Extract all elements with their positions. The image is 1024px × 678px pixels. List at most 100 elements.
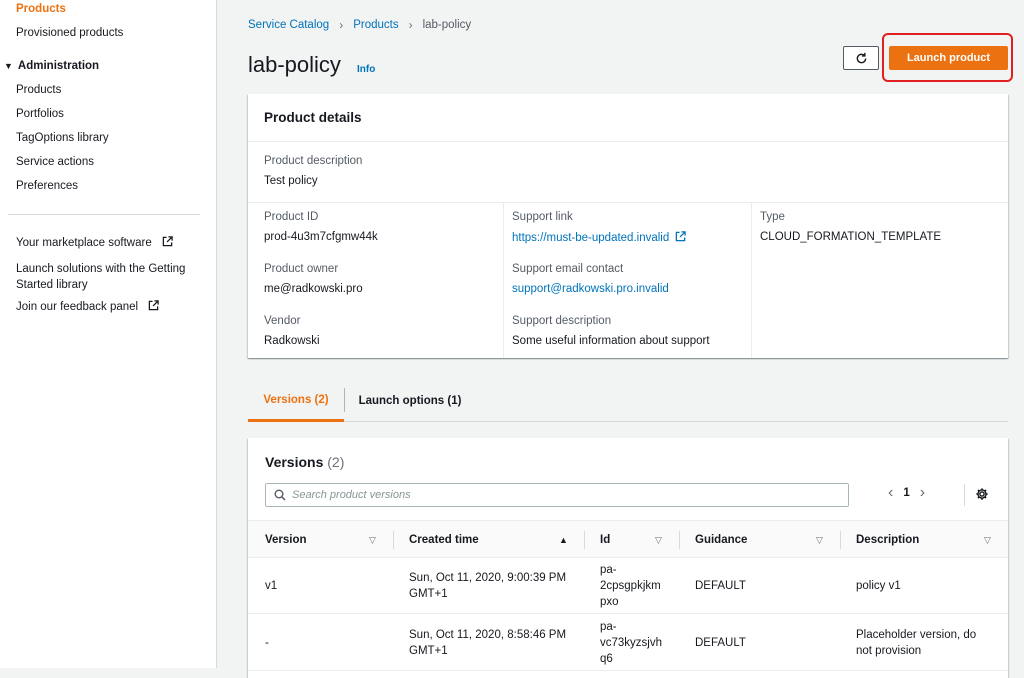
column-version[interactable]: Version ▽ xyxy=(265,521,385,559)
sidebar-divider xyxy=(8,214,200,215)
sort-icon: ▽ xyxy=(816,534,823,545)
preferences-button[interactable] xyxy=(975,487,989,504)
cell-id: pa- 2cpsgpkjkm pxo xyxy=(600,562,661,610)
cell-line: q6 xyxy=(600,653,613,665)
sort-icon: ▽ xyxy=(984,534,991,545)
page-title: lab-policy xyxy=(248,52,341,77)
cell-line: pa- xyxy=(600,621,617,633)
column-description[interactable]: Description ▽ xyxy=(856,521,996,559)
chevron-right-icon: › xyxy=(408,18,413,32)
description-label: Product description xyxy=(264,155,363,167)
external-link-icon xyxy=(162,236,173,247)
support-link[interactable]: https://must-be-updated.invalid xyxy=(512,231,687,244)
vendor-value: Radkowski xyxy=(264,335,320,347)
support-email-link[interactable]: support@radkowski.pro.invalid xyxy=(512,283,669,295)
cell-line: 2cpsgpkjkm xyxy=(600,580,661,592)
pagination-divider xyxy=(964,484,965,506)
vendor-label: Vendor xyxy=(264,315,301,327)
cell-description: policy v1 xyxy=(856,578,901,594)
sidebar-item-getting-started[interactable]: Launch solutions with the Getting Starte… xyxy=(16,261,206,293)
chevron-right-icon[interactable]: › xyxy=(920,484,925,502)
sort-icon: ▽ xyxy=(369,534,376,545)
sidebar-item-service-actions[interactable]: Service actions xyxy=(16,156,94,168)
support-email-label: Support email contact xyxy=(512,263,624,275)
versions-heading: Versions (2) xyxy=(265,454,344,470)
info-link[interactable]: Info xyxy=(357,64,375,75)
table-header: Version ▽ Created time ▲ Id ▽ Guidance ▽… xyxy=(248,520,1008,558)
cell-line: pxo xyxy=(600,596,619,608)
sort-ascending-icon: ▲ xyxy=(559,535,568,545)
external-link-icon xyxy=(676,231,687,242)
sidebar-item-portfolios[interactable]: Portfolios xyxy=(16,108,64,120)
sidebar-item-label: Your marketplace software xyxy=(16,237,152,249)
sidebar-item-label: Join our feedback panel xyxy=(16,301,139,313)
cell-line: GMT+1 xyxy=(409,588,448,600)
launch-product-button[interactable]: Launch product xyxy=(889,46,1008,70)
cell-created-time: Sun, Oct 11, 2020, 9:00:39 PM GMT+1 xyxy=(409,570,566,602)
sort-icon: ▽ xyxy=(655,534,662,545)
breadcrumb-products[interactable]: Products xyxy=(353,19,398,31)
table-row[interactable]: - Sun, Oct 11, 2020, 8:58:46 PM GMT+1 pa… xyxy=(248,615,1008,671)
versions-card: Versions (2) ‹ 1 › Version ▽ Created tim… xyxy=(248,438,1008,678)
support-link-label: Support link xyxy=(512,211,573,223)
sidebar-item-tagoptions-library[interactable]: TagOptions library xyxy=(16,132,109,144)
sidebar: Products Provisioned products ▼ Administ… xyxy=(0,0,217,668)
search-input[interactable] xyxy=(292,489,832,501)
cell-line: Placeholder version, do xyxy=(856,629,977,641)
pagination: ‹ 1 › xyxy=(888,484,925,502)
page-number[interactable]: 1 xyxy=(903,487,909,499)
column-divider xyxy=(393,531,394,549)
sidebar-item-products[interactable]: Products xyxy=(16,3,66,15)
gear-icon xyxy=(976,488,988,500)
type-label: Type xyxy=(760,211,785,223)
column-created-time[interactable]: Created time ▲ xyxy=(409,521,579,559)
support-description-value: Some useful information about support xyxy=(512,335,710,347)
column-divider xyxy=(584,531,585,549)
support-link-text: https://must-be-updated.invalid xyxy=(512,232,670,244)
sidebar-item-admin-products[interactable]: Products xyxy=(16,84,61,96)
sidebar-item-feedback[interactable]: Join our feedback panel xyxy=(16,300,160,313)
divider xyxy=(248,202,1008,203)
column-label: Version xyxy=(265,534,307,546)
sidebar-section-label: Administration xyxy=(17,60,100,72)
tab-launch-options[interactable]: Launch options (1) xyxy=(348,380,472,422)
caret-down-icon: ▼ xyxy=(4,61,13,71)
column-label: Created time xyxy=(409,534,479,546)
chevron-left-icon[interactable]: ‹ xyxy=(888,484,893,502)
cell-version: v1 xyxy=(265,580,278,592)
sidebar-item-provisioned-products[interactable]: Provisioned products xyxy=(16,27,123,39)
cell-guidance: DEFAULT xyxy=(695,580,746,592)
column-guidance[interactable]: Guidance ▽ xyxy=(695,521,835,559)
refresh-icon xyxy=(856,52,866,63)
tab-versions[interactable]: Versions (2) xyxy=(248,380,344,422)
cell-description: Placeholder version, do not provision xyxy=(856,627,976,659)
sidebar-item-preferences[interactable]: Preferences xyxy=(16,180,78,192)
table-row[interactable]: v1 Sun, Oct 11, 2020, 9:00:39 PM GMT+1 p… xyxy=(248,558,1008,614)
product-details-title: Product details xyxy=(264,110,362,125)
cell-line: Sun, Oct 11, 2020, 9:00:39 PM xyxy=(409,572,567,584)
cell-version: - xyxy=(265,637,269,649)
column-label: Id xyxy=(600,534,611,546)
external-link-icon xyxy=(149,300,160,311)
breadcrumb-current: lab-policy xyxy=(422,19,472,31)
column-label: Description xyxy=(856,534,920,546)
breadcrumb-service-catalog[interactable]: Service Catalog xyxy=(248,19,329,31)
search-icon xyxy=(274,489,286,501)
cell-line: pa- xyxy=(600,564,617,576)
tab-divider xyxy=(344,388,345,412)
product-details-card: Product details Product description Test… xyxy=(248,94,1008,358)
divider xyxy=(248,141,1008,142)
column-divider xyxy=(679,531,680,549)
sidebar-section-administration[interactable]: ▼ Administration xyxy=(4,60,99,72)
chevron-right-icon: › xyxy=(339,18,344,32)
cell-guidance: DEFAULT xyxy=(695,637,746,649)
product-id-value: prod-4u3m7cfgmw44k xyxy=(264,231,378,243)
refresh-button[interactable] xyxy=(843,46,879,70)
cell-line: GMT+1 xyxy=(409,645,448,657)
cell-line: Sun, Oct 11, 2020, 8:58:46 PM xyxy=(409,629,567,641)
sidebar-item-marketplace[interactable]: Your marketplace software xyxy=(16,236,173,249)
search-field[interactable] xyxy=(265,483,849,507)
support-description-label: Support description xyxy=(512,315,612,327)
column-id[interactable]: Id ▽ xyxy=(600,521,680,559)
cell-line: vc73kyzsjvh xyxy=(600,637,662,649)
